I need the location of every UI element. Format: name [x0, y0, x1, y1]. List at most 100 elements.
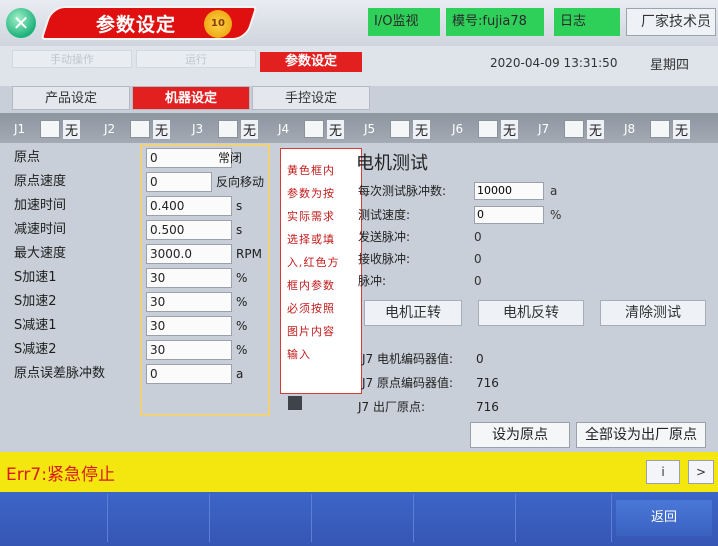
motor-encoder-label: J7 电机编码器值:	[362, 352, 454, 366]
axis-checkbox[interactable]	[40, 120, 60, 138]
accel-time-input[interactable]: 0.400	[146, 196, 232, 216]
param-settings-tab[interactable]: 参数设定	[260, 52, 362, 72]
axis-j1[interactable]: J1 无	[14, 119, 81, 139]
clear-test-button[interactable]: 清除测试	[600, 300, 706, 326]
param-label-s-decel-2: S减速2	[14, 342, 57, 357]
s-decel-2-input[interactable]: 30	[146, 340, 232, 360]
axis-checkbox[interactable]	[130, 120, 150, 138]
origin-speed-input[interactable]: 0	[146, 172, 212, 192]
note-line: 框内参数	[287, 279, 335, 292]
status-indicator	[288, 396, 302, 410]
param-label-s-decel-1: S减速1	[14, 318, 57, 333]
test-pulse-label: 每次测试脉冲数:	[358, 184, 447, 198]
param-label-decel-time: 减速时间	[14, 222, 67, 237]
weekday: 星期四	[650, 58, 690, 73]
axis-value: 无	[587, 119, 605, 139]
manual-op-button[interactable]: 手动操作	[12, 50, 132, 68]
axis-j7[interactable]: J7 无	[538, 119, 605, 139]
tab-product-settings[interactable]: 产品设定	[12, 86, 130, 110]
close-icon[interactable]: ✕	[6, 8, 36, 38]
bottom-slot[interactable]	[416, 494, 516, 542]
back-button[interactable]: 返回	[616, 500, 712, 536]
axis-label: J3	[192, 122, 204, 136]
axis-value: 无	[327, 119, 345, 139]
factory-origin-value: 716	[476, 400, 499, 414]
sent-pulse-value: 0	[474, 230, 482, 244]
test-speed-input[interactable]: 0	[474, 206, 544, 224]
error-message: Err7:紧急停止	[6, 465, 115, 485]
axis-value: 无	[413, 119, 431, 139]
next-button[interactable]: >	[688, 460, 714, 484]
s-decel-1-unit: %	[236, 319, 248, 333]
bottom-slot[interactable]	[518, 494, 612, 542]
tab-manual-control-settings[interactable]: 手控设定	[252, 86, 370, 110]
origin-encoder-label: J7 原点编码器值:	[362, 376, 454, 390]
note-line: 图片内容	[287, 325, 335, 338]
axis-j5[interactable]: J5 无	[364, 119, 431, 139]
log-button[interactable]: 日志	[554, 8, 620, 36]
axis-value: 无	[673, 119, 691, 139]
info-button[interactable]: i	[646, 460, 680, 484]
note-line: 黄色框内	[287, 164, 335, 177]
max-speed-input[interactable]: 3000.0	[146, 244, 232, 264]
axis-checkbox[interactable]	[650, 120, 670, 138]
axis-label: J6	[452, 122, 464, 136]
axis-j6[interactable]: J6 无	[452, 119, 519, 139]
io-monitor-button[interactable]: I/O监视	[368, 8, 440, 36]
bottom-slot[interactable]	[110, 494, 210, 542]
bottom-slot[interactable]	[8, 494, 108, 542]
origin-unit: 常闭	[218, 151, 243, 165]
note-line: 必须按照	[287, 302, 335, 315]
test-pulse-unit: a	[550, 184, 558, 198]
axis-checkbox[interactable]	[390, 120, 410, 138]
axis-checkbox[interactable]	[218, 120, 238, 138]
page-title: 参数设定	[96, 14, 177, 36]
axis-j4[interactable]: J4 无	[278, 119, 345, 139]
param-label-s-accel-2: S加速2	[14, 294, 57, 309]
note-line: 参数为按	[287, 187, 335, 200]
motor-test-title: 电机测试	[356, 153, 428, 174]
set-all-factory-origin-button[interactable]: 全部设为出厂原点	[576, 422, 706, 448]
annotation-note: 黄色框内 参数为按 实际需求 选择或填 入,红色方 框内参数 必须按照 图片内容…	[280, 148, 362, 394]
test-pulse-input[interactable]: 10000	[474, 182, 544, 200]
axis-checkbox[interactable]	[304, 120, 324, 138]
s-accel-1-input[interactable]: 30	[146, 268, 232, 288]
axis-j8[interactable]: J8 无	[624, 119, 691, 139]
axis-label: J7	[538, 122, 550, 136]
s-decel-1-input[interactable]: 30	[146, 316, 232, 336]
decel-time-unit: s	[236, 223, 243, 237]
note-line: 入,红色方	[287, 256, 340, 269]
motor-reverse-button[interactable]: 电机反转	[478, 300, 584, 326]
run-button[interactable]: 运行	[136, 50, 256, 68]
axis-label: J4	[278, 122, 290, 136]
param-label-s-accel-1: S加速1	[14, 270, 57, 285]
param-label-origin-speed: 原点速度	[14, 174, 67, 189]
origin-error-pulses-input[interactable]: 0	[146, 364, 232, 384]
note-line: 输入	[287, 348, 311, 361]
axis-value: 无	[501, 119, 519, 139]
recv-pulse-value: 0	[474, 252, 482, 266]
bottom-slot[interactable]	[314, 494, 414, 542]
set-origin-button[interactable]: 设为原点	[470, 422, 570, 448]
axis-checkbox[interactable]	[564, 120, 584, 138]
pulse-label: 脉冲:	[358, 274, 387, 288]
s-decel-2-unit: %	[236, 343, 248, 357]
model-button[interactable]: 模号:fujia78	[446, 8, 544, 36]
axis-label: J1	[14, 122, 26, 136]
motor-forward-button[interactable]: 电机正转	[364, 300, 462, 326]
axis-j2[interactable]: J2 无	[104, 119, 171, 139]
user-level-badge[interactable]: 10	[204, 10, 232, 38]
tab-machine-settings[interactable]: 机器设定	[132, 86, 250, 110]
axis-checkbox[interactable]	[478, 120, 498, 138]
axis-label: J2	[104, 122, 116, 136]
axis-label: J8	[624, 122, 636, 136]
datetime: 2020-04-09 13:31:50	[490, 56, 618, 70]
bottom-slot[interactable]	[212, 494, 312, 542]
pulse-value: 0	[474, 274, 482, 288]
s-accel-2-input[interactable]: 30	[146, 292, 232, 312]
decel-time-input[interactable]: 0.500	[146, 220, 232, 240]
factory-tech-button[interactable]: 厂家技术员	[626, 8, 716, 36]
axis-j3[interactable]: J3 无	[192, 119, 259, 139]
param-label-accel-time: 加速时间	[14, 198, 67, 213]
test-speed-unit: %	[550, 208, 562, 222]
